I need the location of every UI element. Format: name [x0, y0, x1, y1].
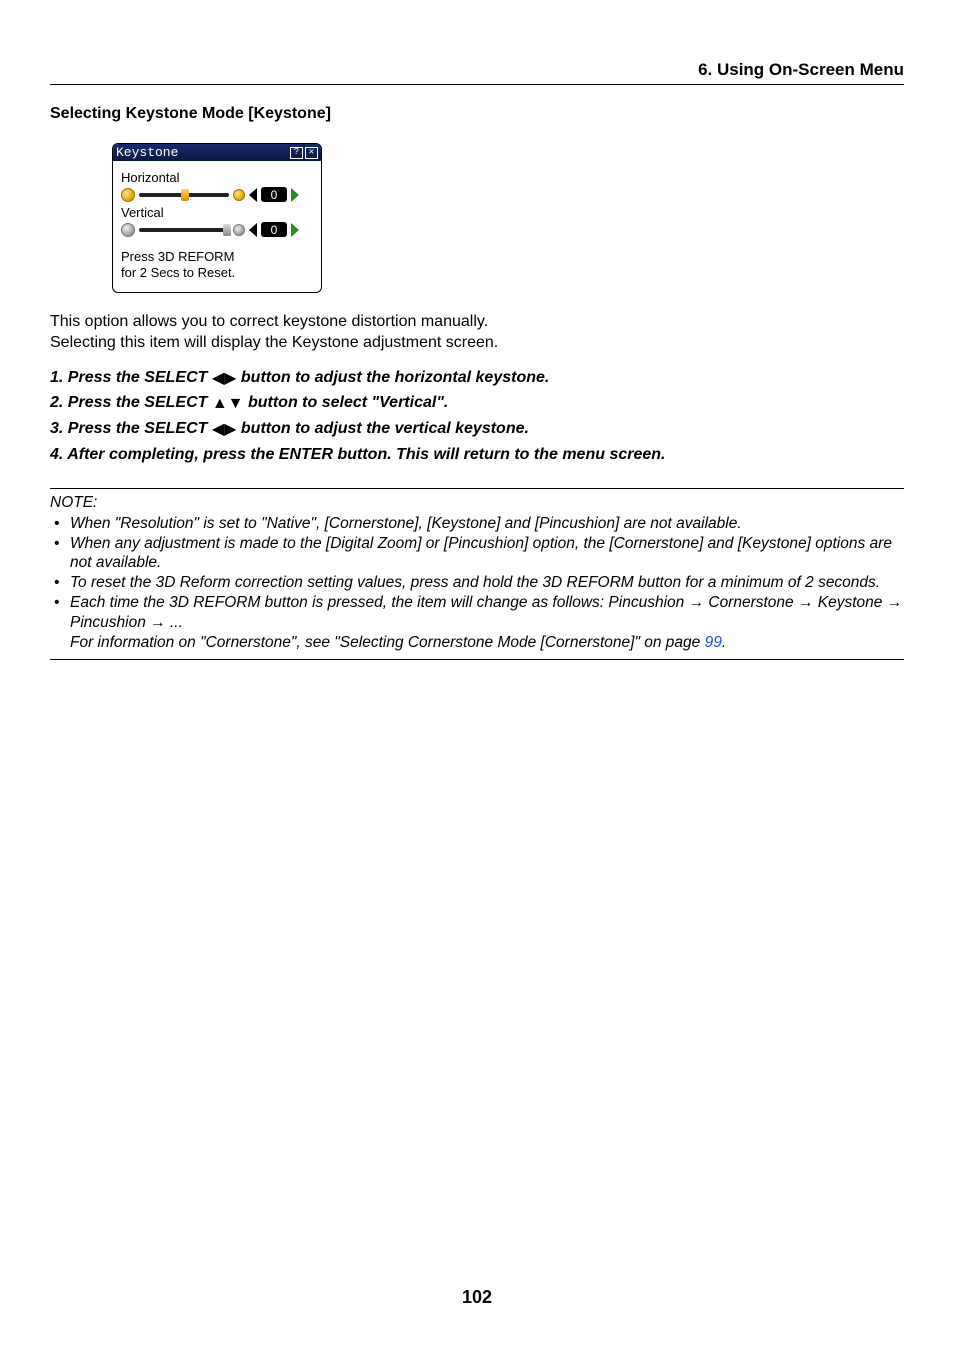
- value-left-cap: [249, 188, 257, 202]
- help-icon: ?: [290, 147, 303, 159]
- close-icon: ✕: [305, 147, 318, 159]
- vertical-value: 0: [261, 222, 287, 237]
- dialog-titlebar: Keystone ? ✕: [113, 144, 321, 161]
- value-left-cap: [249, 223, 257, 237]
- note-item: To reset the 3D Reform correction settin…: [68, 573, 904, 593]
- left-right-arrows-icon: ◀▶: [212, 367, 237, 392]
- step-2: 2. Press the SELECT ▲▼ button to select …: [50, 391, 904, 417]
- keystone-dialog: Keystone ? ✕ Horizontal 0 Vertical: [112, 143, 322, 293]
- steps-list: 1. Press the SELECT ◀▶ button to adjust …: [50, 366, 904, 468]
- section-title: Selecting Keystone Mode [Keystone]: [50, 105, 904, 123]
- left-arrow-icon: [121, 223, 135, 237]
- up-down-arrows-icon: ▲▼: [212, 392, 244, 417]
- value-right-cap: [291, 188, 299, 202]
- page-link[interactable]: 99: [705, 634, 722, 651]
- right-arrow-icon: [233, 224, 245, 236]
- note-block: NOTE: When "Resolution" is set to "Nativ…: [50, 488, 904, 660]
- note-item: When any adjustment is made to the [Digi…: [68, 534, 904, 574]
- step-4: 4. After completing, press the ENTER but…: [50, 443, 904, 468]
- vertical-slider-row: 0: [121, 222, 313, 237]
- note-item: When "Resolution" is set to "Native", [C…: [68, 514, 904, 534]
- vertical-slider: [139, 228, 229, 232]
- page-number: 102: [0, 1287, 954, 1308]
- horizontal-slider-row: 0: [121, 187, 313, 202]
- intro-paragraph: This option allows you to correct keysto…: [50, 311, 904, 354]
- horizontal-slider: [139, 193, 229, 197]
- vertical-label: Vertical: [121, 205, 313, 220]
- step-3: 3. Press the SELECT ◀▶ button to adjust …: [50, 417, 904, 443]
- note-item: Each time the 3D REFORM button is presse…: [68, 593, 904, 652]
- chapter-header: 6. Using On-Screen Menu: [50, 60, 904, 85]
- step-1: 1. Press the SELECT ◀▶ button to adjust …: [50, 366, 904, 392]
- dialog-hint: Press 3D REFORM for 2 Secs to Reset.: [121, 249, 313, 282]
- horizontal-value: 0: [261, 187, 287, 202]
- screenshot-container: Keystone ? ✕ Horizontal 0 Vertical: [50, 143, 904, 293]
- left-right-arrows-icon: ◀▶: [212, 418, 237, 443]
- right-arrow-icon: [233, 189, 245, 201]
- value-right-cap: [291, 223, 299, 237]
- horizontal-label: Horizontal: [121, 170, 313, 185]
- note-heading: NOTE:: [50, 493, 904, 513]
- left-arrow-icon: [121, 188, 135, 202]
- dialog-title: Keystone: [116, 145, 178, 160]
